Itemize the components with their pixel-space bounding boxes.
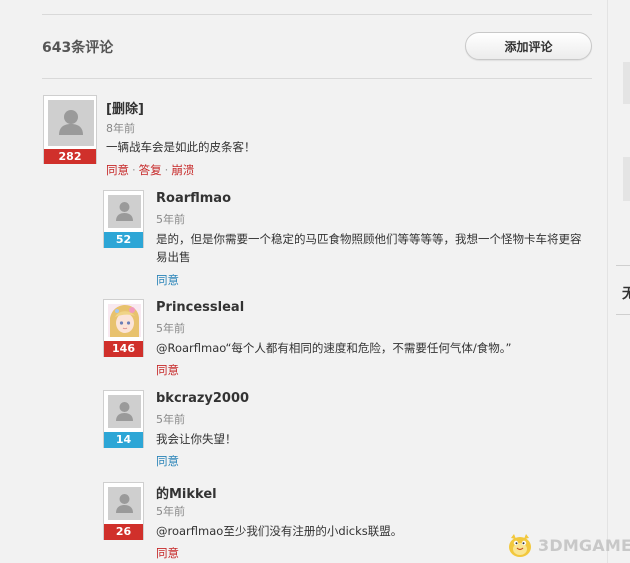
comment-text: 一辆战车会是如此的皮条客！ [106,140,256,154]
divider [616,265,630,266]
reply-comment: 146 Princessleal 5年前 @Roarflmao“每个人都有相同的… [103,299,593,381]
comment: 282 [删除] 8年前 一辆战车会是如此的皮条客！ 同意 · 答复 · 崩溃 [43,95,593,180]
anime-avatar-icon [108,304,141,337]
score-badge: 14 [104,432,143,448]
default-avatar-icon [108,395,141,428]
agree-link[interactable]: 同意 [156,454,179,468]
sidebar-card [623,157,630,201]
default-avatar-icon [108,487,141,520]
divider [42,14,592,15]
agree-link[interactable]: 同意 [156,363,179,377]
score-badge: 26 [104,524,143,540]
agree-link[interactable]: 同意 [156,273,179,287]
agree-link[interactable]: 同意 [156,546,179,560]
avatar[interactable]: 14 [103,390,144,448]
comment-actions: 同意 [156,545,179,561]
avatar[interactable]: 282 [43,95,97,164]
comment-count-title: 643条评论 [42,40,114,56]
comment-actions: 同意 [156,453,179,469]
sidebar-card [623,62,630,104]
score-badge: 282 [44,149,96,164]
add-comment-button[interactable]: 添加评论 [465,32,592,60]
comment-actions: 同意 [156,362,179,378]
comment-time: 8年前 [106,122,135,135]
agree-link[interactable]: 同意 [106,163,129,177]
avatar[interactable]: 26 [103,482,144,540]
score-badge: 52 [104,232,143,248]
sidebar-heading: 无 [622,286,630,302]
comment-author[interactable]: 的Mikkel [156,483,217,502]
divider [42,78,592,79]
collapse-link[interactable]: 崩溃 [171,163,194,177]
comment-time: 5年前 [156,322,185,335]
comment-time: 5年前 [156,213,185,226]
comment-text: @Roarflmao“每个人都有相同的速度和危险，不需要任何气体/食物。” [156,341,512,355]
comment-author[interactable]: bkcrazy2000 [156,391,249,406]
divider [616,314,630,315]
comment-time: 5年前 [156,505,185,518]
comment-time: 5年前 [156,413,185,426]
avatar[interactable]: 52 [103,190,144,248]
reply-comment: 52 Roarflmao 5年前 是的，但是你需要一个稳定的马匹食物照顾他们等等… [103,190,593,290]
avatar[interactable]: 146 [103,299,144,357]
watermark-text: 3DMGAME [538,535,630,555]
site-watermark: 3DMGAME [505,531,630,559]
score-badge: 146 [104,341,143,357]
default-avatar-icon [48,100,94,146]
default-avatar-icon [108,195,141,228]
separator: · [164,163,169,177]
reply-comment: 14 bkcrazy2000 5年前 我会让你失望！ 同意 [103,390,593,472]
comment-text: 我会让你失望！ [156,432,237,446]
comment-text: @roarflmao至少我们没有注册的小dicks联盟。 [156,524,403,538]
comment-author[interactable]: Roarflmao [156,191,231,206]
comment-author[interactable]: [删除] [106,98,144,117]
comment-author[interactable]: Princessleal [156,300,244,315]
right-sidebar: 无 [607,0,630,563]
comment-actions: 同意 [156,272,179,288]
comment-actions: 同意 · 答复 · 崩溃 [106,162,194,178]
separator: · [132,163,136,177]
reply-link[interactable]: 答复 [139,163,162,177]
comments-panel: 643条评论 添加评论 282 [删除] 8年前 一辆战车会是如此的皮条客！ 同… [0,0,607,563]
comment-text: 是的，但是你需要一个稳定的马匹食物照顾他们等等等等，我想一个怪物卡车将更容易出售 [156,232,582,264]
mascot-logo-icon [509,534,531,557]
